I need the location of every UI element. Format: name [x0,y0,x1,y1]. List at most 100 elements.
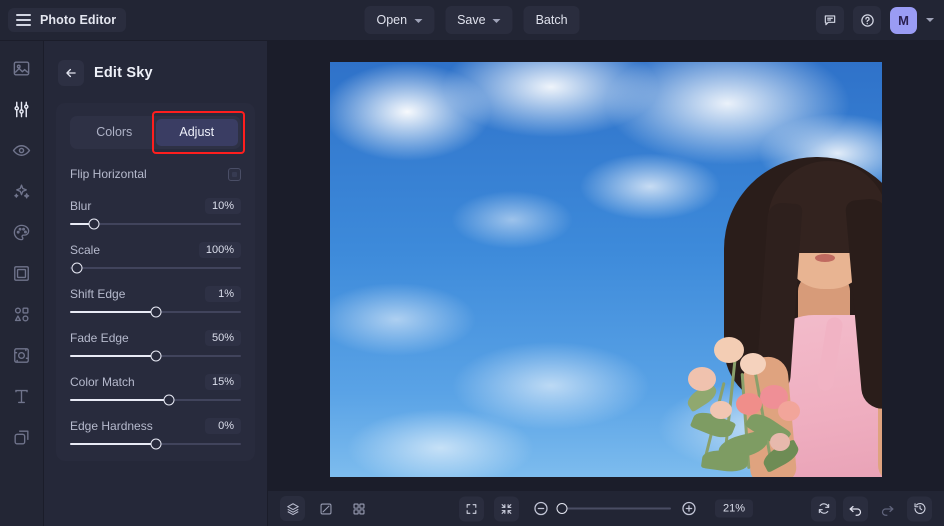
fullscreen-icon [466,503,477,514]
slider-track[interactable] [70,218,241,230]
top-center-actions: Open Save Batch [364,6,580,34]
slider-track[interactable] [70,394,241,406]
edit-sky-panel: Edit Sky Colors Adjust Flip Horizontal B… [44,41,268,526]
slider-fill [70,355,156,357]
photo-editor-app: Photo Editor Open Save Batch M Edit Sky … [0,0,944,526]
reset-button[interactable] [811,496,836,521]
app-body: Edit Sky Colors Adjust Flip Horizontal B… [0,41,944,526]
avatar[interactable]: M [890,6,917,34]
undo-icon [849,505,862,516]
slider-blur: Blur 10% [70,198,241,230]
fit-screen-icon [501,503,512,514]
slider-thumb[interactable] [88,218,100,230]
crop-rotate-icon [14,347,29,363]
back-button[interactable] [58,60,84,86]
bottom-bar: 21% [268,490,944,526]
brand-menu-button[interactable]: Photo Editor [8,8,127,32]
panel-tabs: Colors Adjust [70,111,245,154]
rail-item-layers[interactable] [7,424,37,450]
slider-track[interactable] [70,262,241,274]
reset-icon [818,503,829,514]
slider-thumb[interactable] [150,438,161,450]
open-button-label: Open [376,13,408,27]
fullscreen-button[interactable] [458,496,484,521]
zoom-slider-track[interactable] [556,503,671,514]
zoom-slider-thumb[interactable] [556,503,568,514]
flip-horizontal-row: Flip Horizontal [70,167,241,181]
subject-layer [684,147,882,477]
rail-item-frame[interactable] [7,260,37,286]
rail-item-preview[interactable] [7,137,37,163]
rail-item-image[interactable] [7,55,37,81]
feedback-button[interactable] [816,6,844,34]
text-icon [15,389,28,403]
batch-button[interactable]: Batch [523,6,580,34]
adjust-card: Colors Adjust Flip Horizontal Blur 10% S… [56,103,255,461]
slider-value: 10% [204,198,241,214]
help-button[interactable] [853,6,881,34]
compare-button[interactable] [313,496,338,521]
rail-item-effects[interactable] [7,178,37,204]
top-right-actions: M [816,6,934,34]
slider-thumb[interactable] [150,350,161,362]
top-bar: Photo Editor Open Save Batch M [0,0,944,41]
redo-icon [881,505,894,516]
slider-thumb[interactable] [150,306,161,318]
flip-horizontal-checkbox[interactable] [228,167,241,181]
zoom-out-button[interactable] [533,501,549,517]
slider-thumb[interactable] [71,262,83,274]
frame-icon [14,265,29,281]
canvas-viewport[interactable] [268,41,944,490]
slider-fill [70,399,170,401]
open-button[interactable]: Open [364,6,435,34]
chevron-down-icon[interactable] [414,18,423,23]
rail-item-transform[interactable] [7,342,37,368]
zoom-level[interactable]: 21% [714,499,754,518]
flip-horizontal-label: Flip Horizontal [70,167,147,181]
fit-screen-button[interactable] [493,496,519,521]
slider-label: Fade Edge [70,331,129,345]
page-title: Edit Sky [94,65,153,81]
palette-icon [13,224,30,240]
slider-track[interactable] [70,350,241,362]
history-button[interactable] [907,496,932,521]
tab-adjust[interactable]: Adjust [155,119,238,146]
zoom-in-button[interactable] [681,501,697,517]
slider-value: 50% [204,330,241,346]
hamburger-icon[interactable] [16,14,31,26]
compare-icon [320,503,331,514]
slider-track[interactable] [70,306,241,318]
slider-label: Edge Hardness [70,419,153,433]
slider-track[interactable] [70,438,241,450]
sparkles-icon [14,183,30,199]
slider-color-match: Color Match 15% [70,374,241,406]
chevron-down-icon[interactable] [926,18,934,22]
slider-label: Color Match [70,375,135,389]
slider-value: 0% [205,418,241,434]
rail-item-color[interactable] [7,219,37,245]
rail-item-text[interactable] [7,383,37,409]
slider-thumb[interactable] [163,394,175,406]
save-button[interactable]: Save [445,6,513,34]
edited-photo[interactable] [330,62,882,477]
minus-circle-icon [534,501,548,516]
chevron-down-icon[interactable] [492,18,501,23]
sliders-icon [14,101,29,117]
rail-item-adjust[interactable] [7,96,37,122]
slider-value: 1% [205,286,241,302]
slider-value: 15% [204,374,241,390]
tab-colors[interactable]: Colors [73,119,156,146]
rail-item-shapes[interactable] [7,301,37,327]
comment-icon [824,15,836,26]
layers-icon [286,502,299,515]
grid-button[interactable] [346,496,371,521]
zoom-controls: 21% [458,496,754,521]
slider-scale: Scale 100% [70,242,241,274]
layers-button[interactable] [280,496,305,521]
question-circle-icon [860,13,874,27]
undo-button[interactable] [843,496,868,521]
eye-icon [12,144,31,156]
slider-fill [70,443,156,445]
grid-icon [352,502,365,515]
redo-button[interactable] [875,496,900,521]
